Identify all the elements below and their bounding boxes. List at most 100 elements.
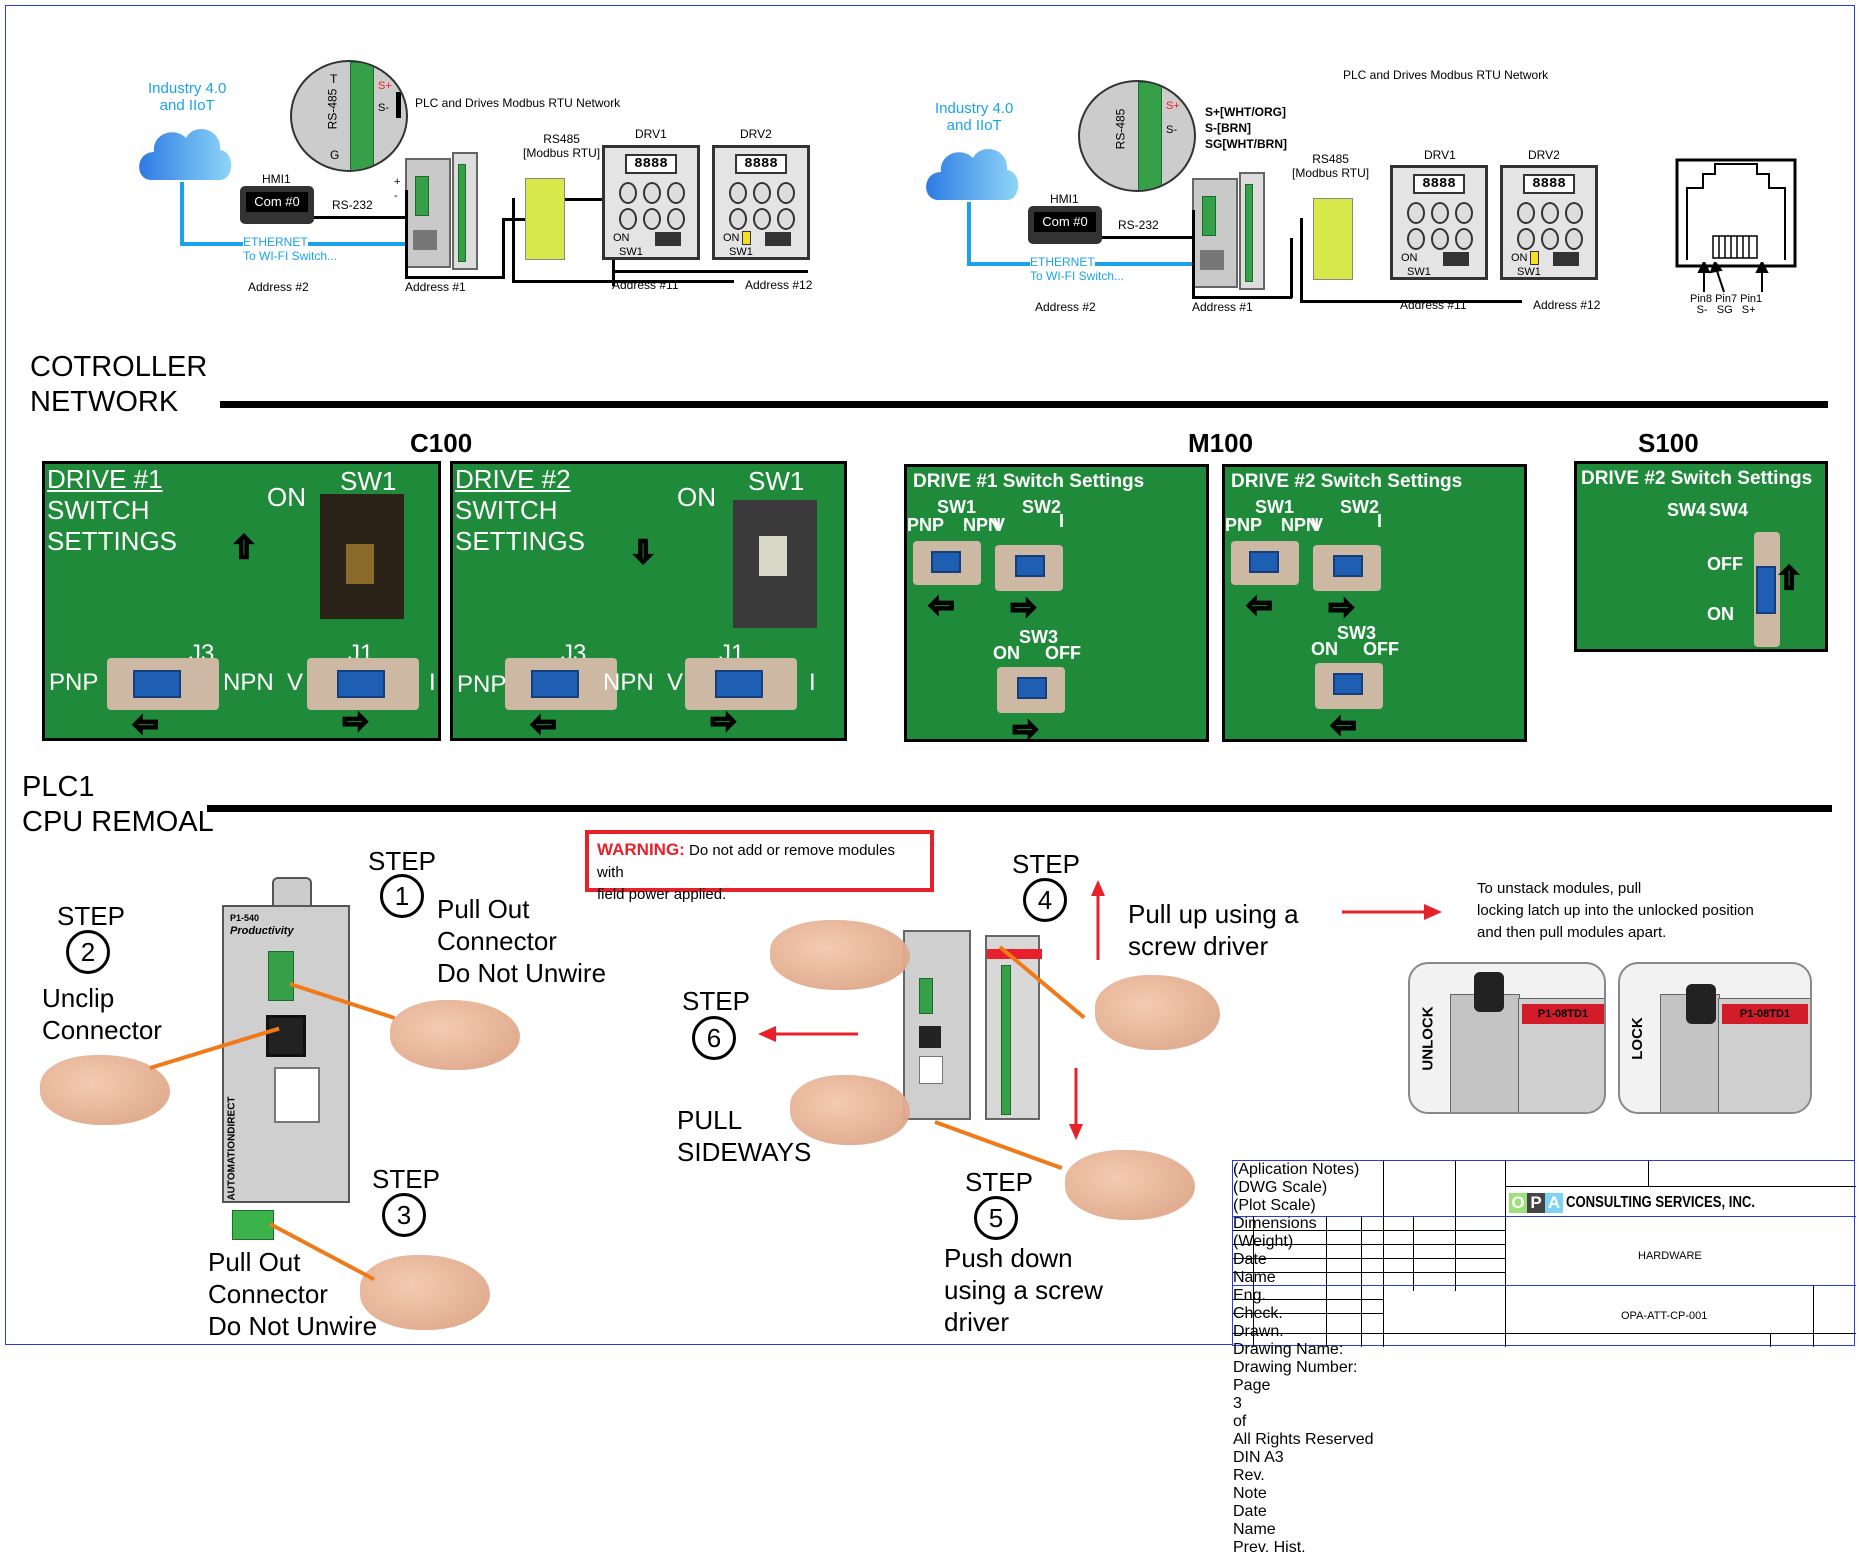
ethernet-label: ETHERNET bbox=[243, 235, 308, 249]
drive-2: 8888 ON SW1 bbox=[712, 145, 810, 260]
address-12: Address #12 bbox=[745, 278, 813, 292]
m100-title: M100 bbox=[1188, 428, 1254, 458]
step-number: 1 bbox=[380, 874, 424, 918]
power-connector bbox=[232, 1210, 274, 1240]
c100-drive2-panel: DRIVE #2 SWITCH SETTINGS ON SW1 ⇦ J3 J1 PN… bbox=[450, 461, 847, 741]
drv1-label: DRV1 bbox=[635, 127, 667, 141]
hmi-device: Com #0 bbox=[1028, 206, 1102, 244]
arrow-left-icon: ⇦ bbox=[530, 708, 557, 741]
address-1: Address #1 bbox=[405, 280, 466, 294]
arrow-right-icon bbox=[1342, 904, 1442, 920]
io-module bbox=[985, 935, 1042, 1120]
unlock-illustration: P1-08TD1 UNLOCK bbox=[1408, 962, 1606, 1114]
plc-cpu-large: P1-540 Productivity AUTOMATIONDIRECT bbox=[222, 905, 350, 1203]
plc-io-module bbox=[452, 152, 478, 270]
address-1: Address #1 bbox=[1192, 300, 1253, 314]
c100-title: C100 bbox=[410, 428, 473, 458]
j3-switch bbox=[107, 658, 219, 710]
hmi-label: HMI1 bbox=[1050, 192, 1079, 206]
arrow-up-icon bbox=[1091, 880, 1105, 960]
rs232-label: RS-232 bbox=[332, 198, 373, 212]
step-label: STEP bbox=[682, 986, 750, 1016]
step-label: STEP bbox=[372, 1164, 440, 1194]
step6-text: PULL SIDEWAYS bbox=[677, 1105, 812, 1167]
rs485-terminal-zoom: RS-485 T G S+ S- bbox=[290, 60, 408, 172]
arrow-down-icon: ⇨ bbox=[1772, 563, 1807, 590]
plus-label: + bbox=[394, 176, 401, 188]
step-number: 2 bbox=[66, 930, 110, 974]
drv2-label: DRV2 bbox=[1528, 148, 1560, 162]
s100-title: S100 bbox=[1638, 428, 1699, 458]
sw3-switch bbox=[1315, 663, 1383, 709]
company-logo: O P A CONSULTING SERVICES, INC. bbox=[1509, 1193, 1797, 1213]
arrow-right-icon: ⇨ bbox=[1328, 591, 1355, 624]
cloud-label: Industry 4.0 and IIoT bbox=[148, 80, 227, 114]
drawing-number: OPA-ATT-CP-001 bbox=[1621, 1310, 1708, 1322]
step-label: STEP bbox=[965, 1167, 1033, 1197]
drive-1: 8888 ON SW1 bbox=[602, 145, 700, 260]
section-title-cpu-removal: PLC1 CPU REMOAL bbox=[22, 771, 214, 838]
mounting-tab bbox=[272, 877, 312, 907]
modbus-cable bbox=[1290, 238, 1293, 298]
rs232-cable bbox=[314, 216, 414, 219]
step-label: STEP bbox=[57, 901, 125, 931]
arrow-left-icon: ⇦ bbox=[1246, 589, 1273, 622]
step3-text: Pull Out Connector Do Not Unwire bbox=[208, 1247, 378, 1341]
m100-drive1-panel: DRIVE #1 Switch Settings SW1 SW2 PNP NPN… bbox=[904, 464, 1209, 746]
m100-drive2-panel: DRIVE #2 Switch Settings SW1 SW2 PNP NPN… bbox=[1222, 464, 1527, 742]
address-12: Address #12 bbox=[1533, 298, 1601, 312]
panel-heading: DRIVE #2 SWITCH SETTINGS bbox=[455, 464, 586, 556]
cloud-icon bbox=[926, 148, 1019, 200]
sw1-dip-switch bbox=[733, 500, 817, 628]
sw2-switch bbox=[995, 545, 1063, 591]
step-label: STEP bbox=[1012, 849, 1080, 879]
rj45-jack-icon bbox=[1675, 158, 1797, 268]
rs485-splitter bbox=[525, 178, 565, 260]
hand-image bbox=[770, 920, 910, 990]
cloud-icon bbox=[139, 128, 232, 180]
arrow-left-icon: ⇦ bbox=[132, 708, 159, 741]
drv1-label: DRV1 bbox=[1424, 148, 1456, 162]
address-11: Address #11 bbox=[612, 278, 679, 292]
section-divider bbox=[207, 805, 1832, 812]
arrow-left-icon: ⇦ bbox=[928, 589, 955, 622]
hmi-label: HMI1 bbox=[262, 172, 291, 186]
rs485-label: RS485 [Modbus RTU] bbox=[523, 132, 601, 160]
arrow-left-icon bbox=[758, 1026, 858, 1042]
step-number: 6 bbox=[692, 1016, 736, 1060]
plc-cpu bbox=[1192, 178, 1238, 288]
pin-arrows bbox=[1697, 262, 1769, 293]
rs485-label: RS485 [Modbus RTU] bbox=[1292, 152, 1370, 180]
hand-image bbox=[390, 1000, 520, 1070]
c100-drive1-panel: DRIVE #1 SWITCH SETTINGS ON SW1 ⇦ J3 J1 PN… bbox=[42, 461, 441, 741]
drive-1: 8888 ON SW1 bbox=[1390, 165, 1488, 280]
ethernet-cable bbox=[967, 202, 971, 266]
title-block: (Aplication Notes) (DWG Scale) (Plot Sca… bbox=[1232, 1160, 1856, 1556]
sw1-dip-switch bbox=[320, 494, 404, 619]
step-number: 4 bbox=[1023, 878, 1067, 922]
rs485-splitter bbox=[1313, 198, 1353, 280]
section-divider bbox=[220, 401, 1828, 408]
arrow-right-icon: ⇨ bbox=[1010, 591, 1037, 624]
sw2-switch bbox=[1313, 545, 1381, 591]
plc-cpu-module bbox=[903, 930, 971, 1120]
modbus-cable bbox=[1300, 218, 1303, 302]
address-2: Address #2 bbox=[1035, 300, 1096, 314]
arrow-right-icon: ⇨ bbox=[710, 705, 737, 738]
plc-cpu bbox=[405, 158, 451, 268]
drv2-label: DRV2 bbox=[740, 127, 772, 141]
warning-box: WARNING: Do not add or remove modules wi… bbox=[585, 830, 934, 903]
address-11: Address #11 bbox=[1400, 298, 1467, 312]
modbus-cable bbox=[405, 190, 408, 276]
step5-text: Push down using a screw driver bbox=[944, 1243, 1103, 1337]
modbus-cable bbox=[612, 270, 808, 273]
rs485-terminal-zoom: RS-485 S+ S- bbox=[1078, 80, 1196, 192]
arrow-left-icon: ⇦ bbox=[1330, 709, 1357, 742]
modbus-cable bbox=[1192, 296, 1292, 299]
arrow-down-icon: ⇦ bbox=[227, 533, 262, 560]
arrow-right-icon: ⇨ bbox=[342, 705, 369, 738]
rj45-pin-labels: Pin8 Pin7 Pin1 S- SG S+ bbox=[1690, 293, 1763, 316]
arrow-down-icon bbox=[1069, 1068, 1083, 1140]
cloud-label: Industry 4.0 and IIoT bbox=[935, 100, 1014, 134]
wifi-label: To WI-FI Switch... bbox=[243, 249, 338, 263]
